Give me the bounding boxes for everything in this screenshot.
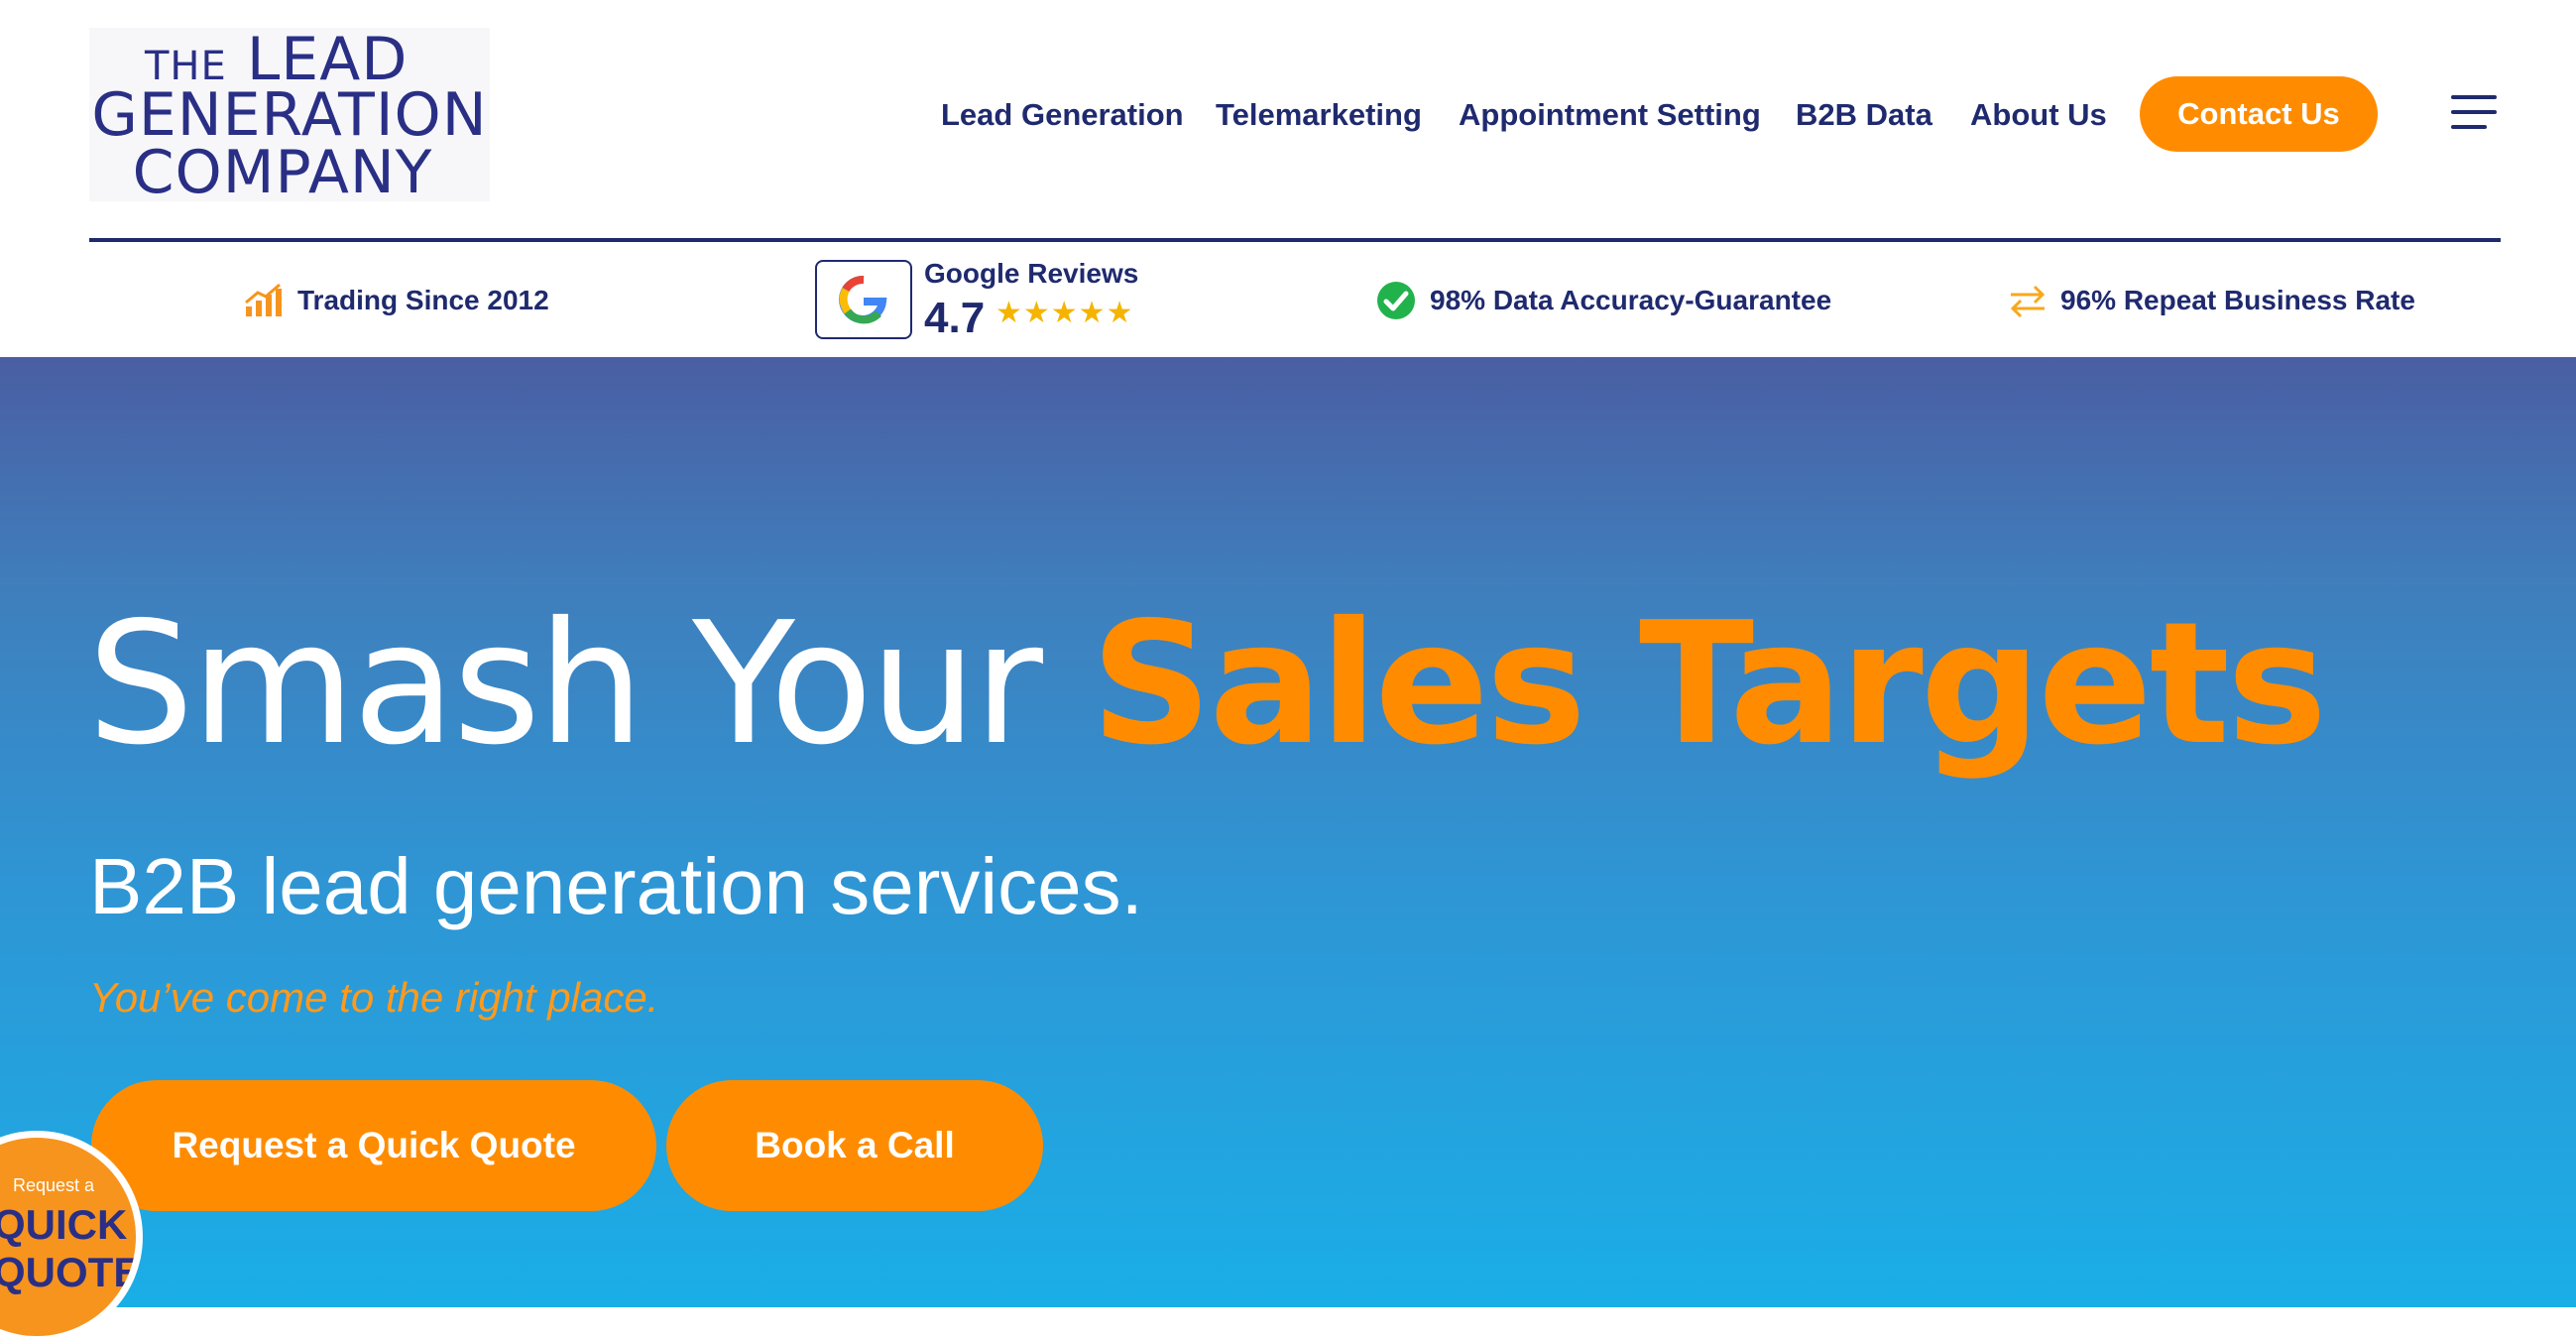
trading-since-text: Trading Since 2012 bbox=[297, 285, 549, 315]
repeat-arrows-icon bbox=[2010, 285, 2046, 318]
check-circle-icon bbox=[1377, 282, 1415, 319]
growth-chart-icon bbox=[245, 283, 282, 316]
google-rating-value: 4.7 bbox=[924, 294, 986, 342]
site-header: THE LEAD GENERATION COMPANY Lead Generat… bbox=[0, 0, 2576, 357]
nav-about-us-link[interactable]: About Us bbox=[1970, 97, 2107, 133]
nav-about-us[interactable]: About Us bbox=[1970, 87, 2107, 143]
google-reviews-title: Google Reviews bbox=[924, 258, 1139, 289]
hamburger-menu-icon[interactable] bbox=[2451, 95, 2499, 131]
nav-appointment-setting[interactable]: Appointment Setting bbox=[1459, 87, 1761, 143]
headline-plain: Smash Your bbox=[87, 586, 1043, 783]
trust-data-accuracy: 98% Data Accuracy-Guarantee bbox=[1376, 256, 1831, 345]
badge-quick-quote-text: QUICK QUOTE bbox=[0, 1201, 136, 1296]
star-rating-icon: ★★★★★ bbox=[995, 297, 1134, 329]
nav-b2b-data[interactable]: B2B Data bbox=[1796, 87, 1932, 143]
nav-appointment-setting-link[interactable]: Appointment Setting bbox=[1459, 97, 1761, 133]
company-logo[interactable]: THE LEAD GENERATION COMPANY bbox=[89, 28, 490, 207]
nav-lead-generation-link[interactable]: Lead Generation bbox=[941, 97, 1184, 133]
request-quick-quote-button[interactable]: Request a Quick Quote bbox=[91, 1080, 656, 1211]
book-a-call-button[interactable]: Book a Call bbox=[666, 1080, 1043, 1211]
nav-lead-generation[interactable]: Lead Generation bbox=[941, 87, 1184, 143]
hero-subheading: B2B lead generation services. bbox=[89, 842, 1143, 930]
nav-b2b-data-link[interactable]: B2B Data bbox=[1796, 97, 1932, 133]
google-logo-icon bbox=[815, 260, 912, 339]
nav-telemarketing[interactable]: Telemarketing bbox=[1216, 87, 1422, 143]
badge-line-quote: QUOTE bbox=[0, 1249, 136, 1295]
header-divider bbox=[89, 238, 2501, 242]
trust-repeat-business: 96% Repeat Business Rate bbox=[2007, 256, 2415, 345]
badge-request-text: Request a bbox=[13, 1175, 95, 1195]
nav-telemarketing-link[interactable]: Telemarketing bbox=[1216, 97, 1422, 133]
trust-trading-since: Trading Since 2012 bbox=[244, 256, 549, 345]
hero-headline: Smash Your Sales Targets bbox=[87, 585, 2327, 784]
badge-line-quick: QUICK bbox=[0, 1201, 128, 1248]
data-accuracy-text: 98% Data Accuracy-Guarantee bbox=[1430, 285, 1832, 315]
contact-us-button[interactable]: Contact Us bbox=[2140, 76, 2378, 152]
repeat-business-text: 96% Repeat Business Rate bbox=[2060, 285, 2415, 315]
logo-text-generation: GENERATION bbox=[91, 80, 488, 150]
headline-accent: Sales Targets bbox=[1091, 586, 2327, 783]
logo-text-company: COMPANY bbox=[132, 138, 433, 207]
hero-tagline: You’ve come to the right place. bbox=[89, 974, 659, 1021]
